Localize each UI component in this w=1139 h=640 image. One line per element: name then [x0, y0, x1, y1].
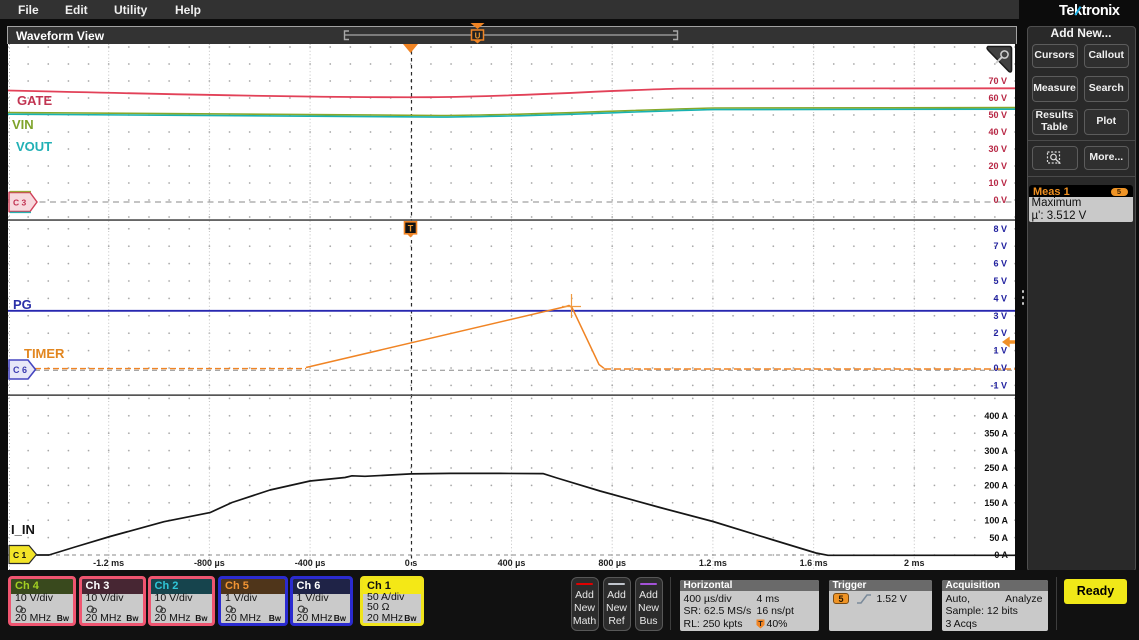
svg-text:6 V: 6 V — [993, 259, 1007, 269]
svg-text:GATE: GATE — [17, 93, 52, 108]
svg-text:100 A: 100 A — [984, 515, 1008, 525]
svg-text:1 V: 1 V — [993, 346, 1007, 356]
svg-text:10 V: 10 V — [988, 178, 1007, 188]
svg-text:200 A: 200 A — [984, 481, 1008, 491]
svg-text:7 V: 7 V — [993, 241, 1007, 251]
svg-text:2 ms: 2 ms — [904, 558, 925, 568]
svg-text:8 V: 8 V — [993, 224, 1007, 234]
svg-text:150 A: 150 A — [984, 498, 1008, 508]
svg-text:T: T — [408, 224, 414, 234]
svg-text:250 A: 250 A — [984, 463, 1008, 473]
svg-text:20 V: 20 V — [988, 161, 1007, 171]
svg-text:1.2 ms: 1.2 ms — [699, 558, 727, 568]
svg-text:C 3: C 3 — [13, 198, 27, 208]
svg-text:30 V: 30 V — [988, 144, 1007, 154]
svg-text:40 V: 40 V — [988, 127, 1007, 137]
svg-text:T: T — [758, 621, 763, 628]
svg-text:50 V: 50 V — [988, 110, 1007, 120]
svg-text:-400 µs: -400 µs — [295, 558, 326, 568]
svg-text:400 A: 400 A — [984, 411, 1008, 421]
svg-text:3 V: 3 V — [993, 311, 1007, 321]
svg-text:50 A: 50 A — [989, 533, 1008, 543]
svg-text:70 V: 70 V — [988, 76, 1007, 86]
svg-text:800 µs: 800 µs — [598, 558, 626, 568]
svg-text:4 V: 4 V — [993, 293, 1007, 303]
svg-text:PG: PG — [13, 297, 32, 312]
svg-text:300 A: 300 A — [984, 446, 1008, 456]
svg-text:VIN: VIN — [12, 117, 34, 132]
svg-text:1.6 ms: 1.6 ms — [800, 558, 828, 568]
svg-text:0 s: 0 s — [405, 558, 418, 568]
svg-text:2 V: 2 V — [993, 328, 1007, 338]
svg-text:TIMER: TIMER — [24, 346, 65, 361]
svg-text:U: U — [475, 31, 481, 40]
svg-text:-1 V: -1 V — [990, 380, 1007, 390]
svg-text:-800 µs: -800 µs — [194, 558, 225, 568]
svg-text:I_IN: I_IN — [11, 522, 35, 537]
svg-text:0 A: 0 A — [994, 550, 1008, 560]
svg-text:350 A: 350 A — [984, 428, 1008, 438]
svg-text:5 V: 5 V — [993, 276, 1007, 286]
svg-text:0 V: 0 V — [993, 363, 1007, 373]
svg-text:400 µs: 400 µs — [498, 558, 526, 568]
svg-text:60 V: 60 V — [988, 93, 1007, 103]
svg-text:C 6: C 6 — [13, 365, 27, 375]
svg-text:VOUT: VOUT — [16, 139, 52, 154]
svg-text:C 1: C 1 — [13, 550, 27, 560]
svg-text:-1.2 ms: -1.2 ms — [93, 558, 124, 568]
svg-text:0 V: 0 V — [993, 195, 1007, 205]
